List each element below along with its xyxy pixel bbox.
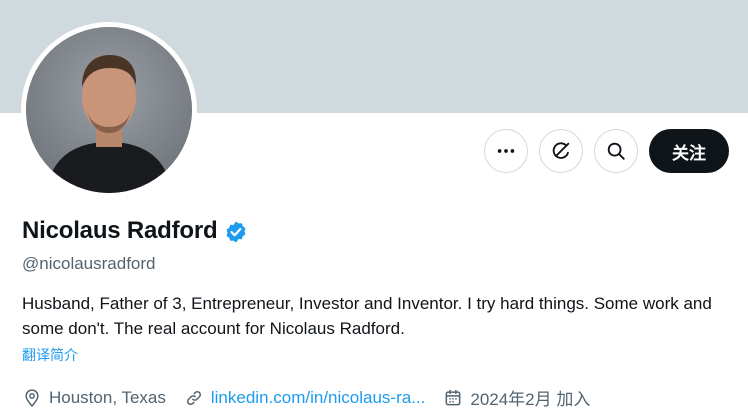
profile-handle: @nicolausradford [22,254,156,273]
avatar-photo [26,27,192,193]
grok-icon [552,142,570,159]
search-button[interactable] [594,129,638,173]
search-icon [607,142,625,160]
grok-button[interactable] [539,129,583,173]
website-item: linkedin.com/in/nicolaus-ra... [184,388,425,408]
location-pin-icon [25,388,39,407]
profile-meta: Houston, Texas linkedin.com/in/nicolaus-… [22,385,608,410]
translate-bio-link[interactable]: 翻译简介 [22,345,78,365]
more-horizontal-icon [497,149,515,153]
verified-badge-icon[interactable] [224,220,248,244]
avatar[interactable] [21,22,197,198]
link-icon [186,390,201,405]
website-link[interactable]: linkedin.com/in/nicolaus-ra... [211,388,425,408]
profile-name: Nicolaus Radford [22,217,218,244]
profile-bio: Husband, Father of 3, Entrepreneur, Inve… [22,294,712,338]
location-item: Houston, Texas [22,388,166,408]
joined-date: 2024年2月 加入 [470,390,591,409]
location-text: Houston, Texas [49,387,166,407]
calendar-icon [445,389,461,405]
joined-item: 2024年2月 加入 [443,385,590,410]
profile-actions: 关注 [484,129,729,173]
more-button[interactable] [484,129,528,173]
profile-name-row: Nicolaus Radford [22,217,248,245]
follow-button[interactable]: 关注 [649,129,729,173]
